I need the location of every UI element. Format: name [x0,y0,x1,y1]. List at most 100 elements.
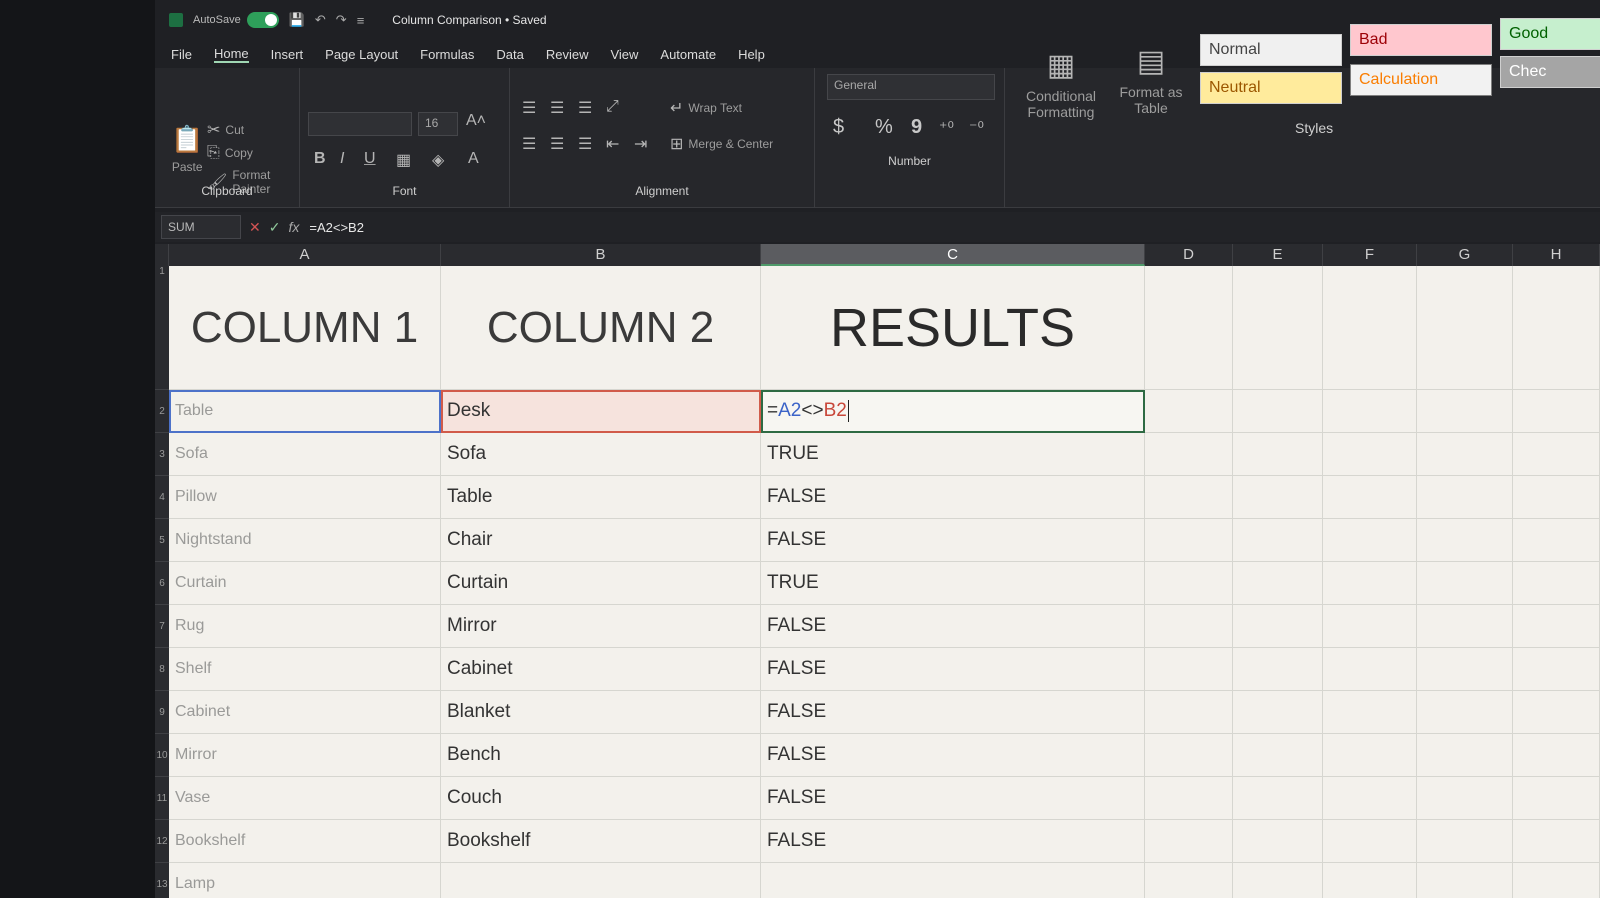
increase-indent-button[interactable]: ⇥ [634,134,647,154]
copy-button[interactable]: ⎘ Copy [207,144,253,162]
empty-cell[interactable] [1513,734,1600,777]
paste-button[interactable]: 📋 Paste [171,124,203,174]
result-cell[interactable]: FALSE [761,648,1145,691]
decrease-decimal-button[interactable]: ⁻⁰ [969,118,984,138]
formula-input[interactable]: =A2<>B2 [309,220,1600,235]
empty-cell[interactable] [1417,519,1513,562]
empty-cell[interactable] [1145,519,1233,562]
result-cell[interactable]: FALSE [761,605,1145,648]
empty-cell[interactable] [1417,390,1513,433]
empty-cell[interactable] [1145,820,1233,863]
empty-cell[interactable] [1233,605,1323,648]
insert-function-icon[interactable]: fx [288,219,299,235]
align-right-button[interactable]: ☰ [578,134,592,154]
cell-column-2[interactable]: Chair [441,519,761,562]
style-check-cell[interactable]: Chec [1500,56,1600,88]
tab-automate[interactable]: Automate [660,47,716,62]
row-header[interactable]: 11 [155,777,169,820]
result-cell[interactable]: TRUE [761,562,1145,605]
cell-column-1[interactable]: Shelf [169,648,441,691]
fill-color-button[interactable]: ◈ [432,150,444,170]
empty-cell[interactable] [1417,476,1513,519]
empty-cell[interactable] [1145,562,1233,605]
cell-column-1[interactable]: Curtain [169,562,441,605]
empty-cell[interactable] [1513,562,1600,605]
tab-insert[interactable]: Insert [271,47,304,62]
cell-column-2[interactable] [441,863,761,898]
row-header[interactable]: 8 [155,648,169,691]
cell-column-1[interactable]: Lamp [169,863,441,898]
save-icon[interactable]: 💾 [289,12,305,28]
empty-cell[interactable] [1323,691,1417,734]
empty-cell[interactable] [1417,863,1513,898]
style-calculation[interactable]: Calculation [1350,64,1492,96]
empty-cell[interactable] [1233,820,1323,863]
empty-cell[interactable] [1145,648,1233,691]
empty-cell[interactable] [1513,519,1600,562]
name-box[interactable]: SUM [161,215,241,239]
column-header-h[interactable]: H [1513,244,1600,266]
tab-data[interactable]: Data [496,47,523,62]
cell-column-2[interactable]: Curtain [441,562,761,605]
row-header[interactable]: 6 [155,562,169,605]
editing-cell[interactable]: = A2 <> B2 [761,390,1145,433]
result-cell[interactable]: FALSE [761,476,1145,519]
empty-cell[interactable] [1513,820,1600,863]
font-color-button[interactable]: A [468,150,479,168]
empty-cell[interactable] [1417,691,1513,734]
comma-style-button[interactable]: 9 [911,116,922,139]
cell-column-1[interactable]: Sofa [169,433,441,476]
row-header[interactable]: 12 [155,820,169,863]
empty-cell[interactable] [1145,691,1233,734]
empty-cell[interactable] [1145,266,1233,390]
empty-cell[interactable] [1233,734,1323,777]
result-cell[interactable]: FALSE [761,820,1145,863]
result-cell[interactable]: FALSE [761,519,1145,562]
empty-cell[interactable] [1233,562,1323,605]
tab-help[interactable]: Help [738,47,765,62]
row-header[interactable]: 4 [155,476,169,519]
cell-column-2[interactable]: Table [441,476,761,519]
cell-column-2[interactable]: Couch [441,777,761,820]
empty-cell[interactable] [1233,433,1323,476]
column-header-b[interactable]: B [441,244,761,266]
empty-cell[interactable] [1417,605,1513,648]
autosave-control[interactable]: AutoSave [193,12,279,28]
empty-cell[interactable] [1513,390,1600,433]
tab-page-layout[interactable]: Page Layout [325,47,398,62]
cell-column-2[interactable]: Cabinet [441,648,761,691]
empty-cell[interactable] [1323,648,1417,691]
document-title[interactable]: Column Comparison • Saved [392,13,546,27]
empty-cell[interactable] [1417,820,1513,863]
result-cell[interactable]: FALSE [761,734,1145,777]
cell-column-2[interactable]: Bench [441,734,761,777]
empty-cell[interactable] [1233,390,1323,433]
empty-cell[interactable] [1513,433,1600,476]
empty-cell[interactable] [1417,433,1513,476]
row-header[interactable]: 7 [155,605,169,648]
align-left-button[interactable]: ☰ [522,134,536,154]
empty-cell[interactable] [1145,734,1233,777]
column-header-a[interactable]: A [169,244,441,266]
italic-button[interactable]: I [340,150,344,168]
empty-cell[interactable] [1145,605,1233,648]
cut-button[interactable]: ✂ Cut [207,120,244,140]
style-neutral[interactable]: Neutral [1200,72,1342,104]
empty-cell[interactable] [1323,562,1417,605]
row-header[interactable]: 13 [155,863,169,898]
empty-cell[interactable] [1417,777,1513,820]
top-align-button[interactable]: ☰ [522,98,536,118]
tab-home[interactable]: Home [213,46,249,63]
empty-cell[interactable] [1323,266,1417,390]
cell-column-1[interactable]: Nightstand [169,519,441,562]
increase-font-size-button[interactable]: A˄ [466,112,486,130]
font-name-dropdown[interactable] [308,112,412,136]
empty-cell[interactable] [1417,562,1513,605]
result-cell[interactable]: FALSE [761,777,1145,820]
redo-icon[interactable]: ↷ [336,12,347,28]
increase-decimal-button[interactable]: ⁺⁰ [939,118,954,138]
row-header[interactable]: 3 [155,433,169,476]
empty-cell[interactable] [1513,691,1600,734]
select-all-corner[interactable] [155,244,169,266]
result-cell[interactable] [761,863,1145,898]
